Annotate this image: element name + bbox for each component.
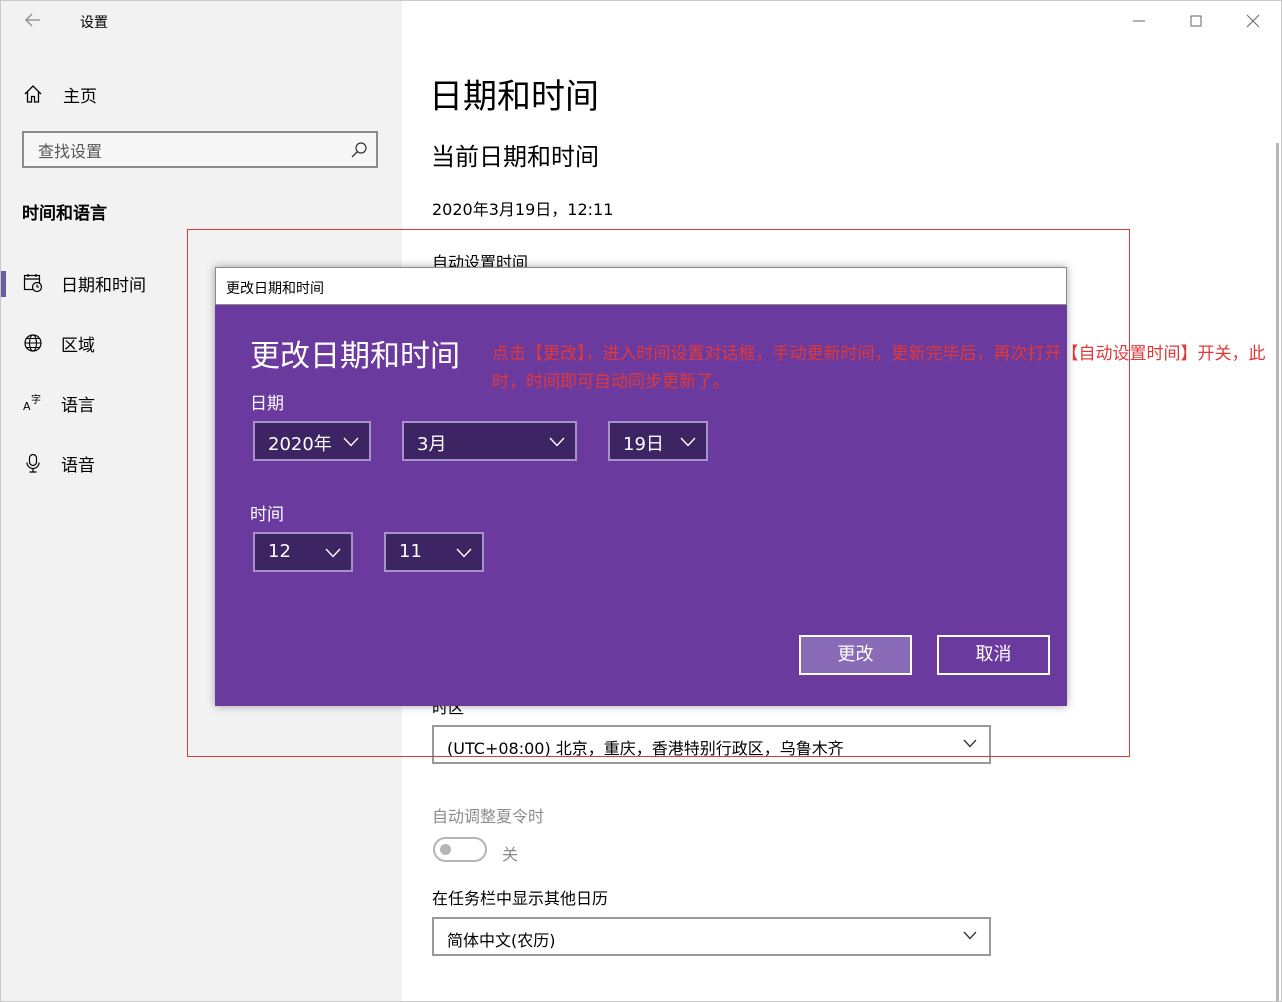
section-subtitle: 当前日期和时间 bbox=[431, 143, 599, 171]
home-icon bbox=[24, 85, 42, 103]
chevron-down-icon bbox=[325, 548, 341, 558]
close-icon bbox=[1246, 14, 1260, 28]
change-datetime-dialog: 更改日期和时间 更改日期和时间 日期 2020年 3月 19日 时间 12 11… bbox=[215, 267, 1067, 706]
dialog-heading: 更改日期和时间 bbox=[250, 339, 460, 374]
scrollbar[interactable] bbox=[1276, 143, 1279, 1001]
month-select[interactable]: 3月 bbox=[402, 421, 577, 461]
sidebar-item-home[interactable]: 主页 bbox=[23, 79, 97, 109]
home-label: 主页 bbox=[63, 86, 97, 107]
time-label: 时间 bbox=[250, 505, 284, 525]
dst-state: 关 bbox=[502, 845, 519, 864]
cancel-button[interactable]: 取消 bbox=[937, 635, 1050, 675]
minimize-icon bbox=[1133, 20, 1145, 22]
calendar-label: 在任务栏中显示其他日历 bbox=[432, 889, 609, 908]
month-value: 3月 bbox=[417, 434, 447, 455]
minimize-button[interactable] bbox=[1127, 9, 1151, 33]
section-title: 时间和语言 bbox=[22, 204, 107, 224]
timezone-value: (UTC+08:00) 北京，重庆，香港特别行政区，乌鲁木齐 bbox=[447, 739, 844, 758]
calendar-value: 简体中文(农历) bbox=[447, 931, 556, 950]
maximize-button[interactable] bbox=[1184, 9, 1208, 33]
sidebar-item-label: 语言 bbox=[61, 395, 95, 416]
close-button[interactable] bbox=[1241, 9, 1265, 33]
dst-toggle[interactable] bbox=[433, 837, 487, 862]
annotation-text: 点击【更改】，进入时间设置对话框，手动更新时间，更新完毕后，再次打开【自动设置时… bbox=[492, 344, 1266, 392]
date-label: 日期 bbox=[250, 394, 284, 414]
day-select[interactable]: 19日 bbox=[608, 421, 708, 461]
microphone-icon bbox=[26, 453, 40, 473]
calendar-select[interactable]: 简体中文(农历) bbox=[432, 917, 991, 956]
back-arrow-icon bbox=[25, 13, 40, 27]
maximize-icon bbox=[1190, 15, 1202, 27]
chevron-down-icon bbox=[456, 548, 472, 558]
back-button[interactable] bbox=[19, 9, 47, 35]
chevron-down-icon bbox=[963, 931, 977, 940]
year-value: 2020年 bbox=[268, 434, 332, 455]
change-button[interactable]: 更改 bbox=[799, 635, 912, 675]
dialog-titlebar: 更改日期和时间 bbox=[215, 267, 1067, 305]
timezone-select[interactable]: (UTC+08:00) 北京，重庆，香港特别行政区，乌鲁木齐 bbox=[432, 725, 991, 764]
day-value: 19日 bbox=[623, 434, 664, 455]
app-title: 设置 bbox=[80, 15, 108, 31]
calendar-clock-icon bbox=[23, 274, 43, 293]
svg-text:A: A bbox=[23, 400, 31, 413]
dst-label: 自动调整夏令时 bbox=[432, 807, 545, 826]
toggle-knob bbox=[440, 844, 451, 855]
search-input[interactable] bbox=[36, 139, 340, 163]
sidebar-item-label: 语音 bbox=[61, 455, 95, 476]
language-icon: A字 bbox=[23, 393, 41, 413]
current-datetime: 2020年3月19日，12:11 bbox=[432, 200, 614, 219]
sidebar-item-label: 日期和时间 bbox=[61, 275, 146, 296]
hour-select[interactable]: 12 bbox=[253, 532, 353, 572]
chevron-down-icon bbox=[963, 739, 977, 748]
hour-value: 12 bbox=[268, 541, 291, 562]
globe-icon bbox=[24, 334, 42, 352]
dialog-window-title: 更改日期和时间 bbox=[226, 281, 324, 297]
sidebar-item-label: 区域 bbox=[61, 335, 95, 356]
chevron-down-icon bbox=[680, 437, 696, 447]
minute-select[interactable]: 11 bbox=[384, 532, 484, 572]
svg-text:字: 字 bbox=[31, 393, 41, 406]
year-select[interactable]: 2020年 bbox=[253, 421, 371, 461]
page-title: 日期和时间 bbox=[429, 77, 599, 117]
search-icon[interactable] bbox=[350, 141, 368, 159]
chevron-down-icon bbox=[343, 437, 359, 447]
chevron-down-icon bbox=[549, 437, 565, 447]
minute-value: 11 bbox=[399, 541, 422, 562]
search-box bbox=[22, 131, 378, 168]
